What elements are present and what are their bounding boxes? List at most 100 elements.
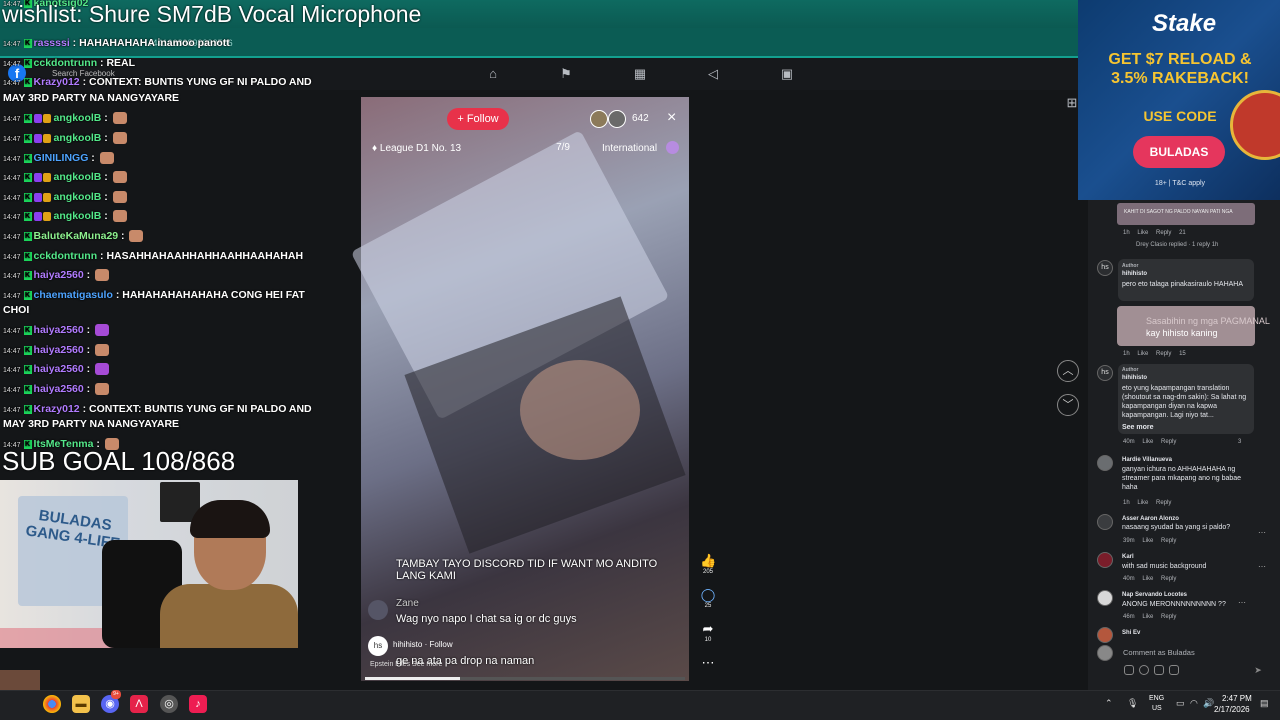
chat-line-continuation: MAY 3RD PARTY NA NANGYAYARE [3, 92, 180, 104]
comment-author[interactable]: hihihisto [1122, 375, 1147, 381]
volume-icon[interactable]: 🔊 [1203, 698, 1214, 709]
author-name[interactable]: hihihisto [393, 640, 422, 649]
more-options-icon[interactable]: ⋯ [700, 655, 716, 671]
tiktok-icon[interactable]: ♪ [189, 695, 207, 713]
league-label[interactable]: ♦ League D1 No. 13 [372, 143, 461, 154]
reply-link[interactable]: Reply [1161, 538, 1176, 544]
comment-author[interactable]: Hardie Villanueva [1122, 457, 1172, 463]
gif-icon[interactable] [1169, 665, 1179, 675]
commenter-avatar[interactable] [1097, 627, 1113, 643]
more-options-icon[interactable]: ⋯ [1258, 562, 1266, 571]
emote-icon [129, 230, 144, 243]
more-options-icon[interactable]: ⋯ [1238, 598, 1246, 607]
like-link[interactable]: Like [1137, 351, 1148, 357]
reply-link[interactable]: Reply [1156, 351, 1171, 357]
like-link[interactable]: Like [1142, 576, 1153, 582]
comment-text: eto yung kapampangan translation (shouto… [1122, 385, 1247, 419]
like-link[interactable]: Like [1142, 439, 1153, 445]
input-region[interactable]: US [1152, 705, 1162, 712]
reply-link[interactable]: Reply [1161, 439, 1176, 445]
clock-date[interactable]: 2/17/2026 [1214, 705, 1250, 714]
input-language[interactable]: ENG [1149, 695, 1164, 702]
send-icon[interactable]: ➤ [1252, 664, 1264, 676]
author-follow-link[interactable]: · Follow [425, 640, 453, 649]
like-icon[interactable]: 👍 [700, 553, 716, 569]
microphone-icon[interactable]: 🎙 [1127, 698, 1138, 709]
commenter-avatar[interactable]: hs [1097, 260, 1113, 276]
ad-fine-print: 18+ | T&C apply [1154, 180, 1206, 187]
wishlist-overlay: wishlist: Shure SM7dB Vocal Microphone [2, 1, 422, 27]
emote-icon [95, 324, 110, 337]
more-options-icon[interactable]: ⋯ [1258, 528, 1266, 537]
home-icon[interactable]: ⌂ [485, 66, 501, 82]
chat-line: 14:47 K Krazy012 : CONTEXT: BUNTIS YUNG GF… [3, 403, 312, 415]
author-avatar[interactable]: hs [368, 636, 388, 656]
see-more-link[interactable]: See more [1122, 424, 1154, 431]
camera-icon[interactable] [1154, 665, 1164, 675]
commenter-avatar[interactable] [1097, 455, 1113, 471]
commenter-avatar[interactable] [1097, 590, 1113, 606]
chat-line: 14:47 Khaiya2560 : [3, 268, 110, 284]
chat-line: 14:47 Krassssi : HAHAHAHAHA inamoo panott [3, 37, 230, 49]
reply-link[interactable]: Reply [1161, 614, 1176, 620]
sticker-caption: KAHIT DI SAGOT NG PALDO NAYAN PATI NGA [1124, 209, 1233, 215]
see-more-link[interactable]: See more [412, 661, 442, 668]
close-icon[interactable]: × [667, 109, 676, 127]
flag-icon[interactable]: ⚑ [558, 66, 574, 82]
clock-time[interactable]: 2:47 PM [1222, 694, 1252, 703]
comment-input-placeholder[interactable]: Comment as Buladas [1123, 648, 1195, 657]
promo-code-button[interactable]: BULADAS [1133, 136, 1225, 168]
like-link[interactable]: Like [1142, 538, 1153, 544]
chat-line-continuation: MAY 3RD PARTY NA NANGYAYARE [3, 418, 180, 430]
comment-icon[interactable]: ◯ [700, 587, 716, 603]
obs-icon[interactable]: ◎ [160, 695, 178, 713]
display-icon[interactable]: ▭ [1176, 698, 1185, 709]
sticker-caption: kay hihisto kaning [1146, 328, 1218, 338]
streamer-hair [190, 500, 270, 538]
reply-link[interactable]: Reply [1156, 500, 1171, 506]
chat-line: 14:47 Kcckdontrunn : HASAHHAHAAHHAHHAAHHA… [3, 250, 304, 262]
app-icon[interactable]: Λ [130, 695, 148, 713]
megaphone-icon[interactable]: ◁ [705, 66, 721, 82]
previous-video-button[interactable]: ︿ [1057, 360, 1079, 382]
reply-thread-link[interactable]: Drey Clasio replied · 1 reply 1h [1136, 242, 1218, 248]
commenter-avatar[interactable]: hs [1097, 365, 1113, 381]
like-link[interactable]: Like [1137, 230, 1148, 236]
gaming-icon[interactable]: ▣ [779, 66, 795, 82]
comment-author[interactable]: Nap Servando Locotes [1122, 592, 1187, 598]
chat-line: 14:47 KangkoolB : [3, 209, 127, 225]
emoji-icon[interactable] [1139, 665, 1149, 675]
marketplace-icon[interactable]: ▦ [632, 66, 648, 82]
rank-counter[interactable]: 7/9 [516, 142, 570, 158]
commenter-avatar[interactable] [1097, 514, 1113, 530]
avatar-sticker-icon[interactable] [1124, 665, 1134, 675]
wifi-icon[interactable]: ◠ [1190, 698, 1198, 709]
comment-meta: 1h Like Reply 15 [1123, 351, 1186, 357]
reply-link[interactable]: Reply [1156, 230, 1171, 236]
chat-line: 14:47 KangkoolB : [3, 170, 127, 186]
region-label[interactable]: International [602, 143, 657, 154]
comment-author[interactable]: Shi Ev [1122, 630, 1140, 636]
follow-button[interactable]: + Follow [447, 108, 509, 130]
like-link[interactable]: Like [1137, 500, 1148, 506]
emote-icon [95, 363, 110, 376]
reply-link[interactable]: Reply [1161, 576, 1176, 582]
chrome-icon[interactable] [43, 695, 61, 713]
viewer-avatars [590, 110, 630, 128]
comment-author[interactable]: hihihisto [1122, 271, 1147, 277]
chat-line: 14:47 KangkoolB : [3, 131, 127, 147]
viewer-avatar [590, 110, 608, 128]
comment-author[interactable]: Asser Aaron Alonzo [1122, 516, 1179, 522]
emote-icon [112, 210, 127, 223]
file-explorer-icon[interactable]: ▬ [72, 695, 90, 713]
chat-line: 14:47 Khaiya2560 : [3, 382, 110, 398]
like-link[interactable]: Like [1142, 614, 1153, 620]
commenter-avatar[interactable] [1097, 552, 1113, 568]
like-count: 205 [702, 569, 713, 575]
share-icon[interactable]: ➦ [700, 621, 716, 637]
notification-icon[interactable]: ▤ [1260, 698, 1269, 709]
tray-chevron-icon[interactable]: ⌃ [1105, 698, 1113, 709]
share-count: 10 [704, 637, 712, 643]
next-video-button[interactable]: ﹀ [1057, 394, 1079, 416]
comment-author[interactable]: Karl [1122, 554, 1134, 560]
